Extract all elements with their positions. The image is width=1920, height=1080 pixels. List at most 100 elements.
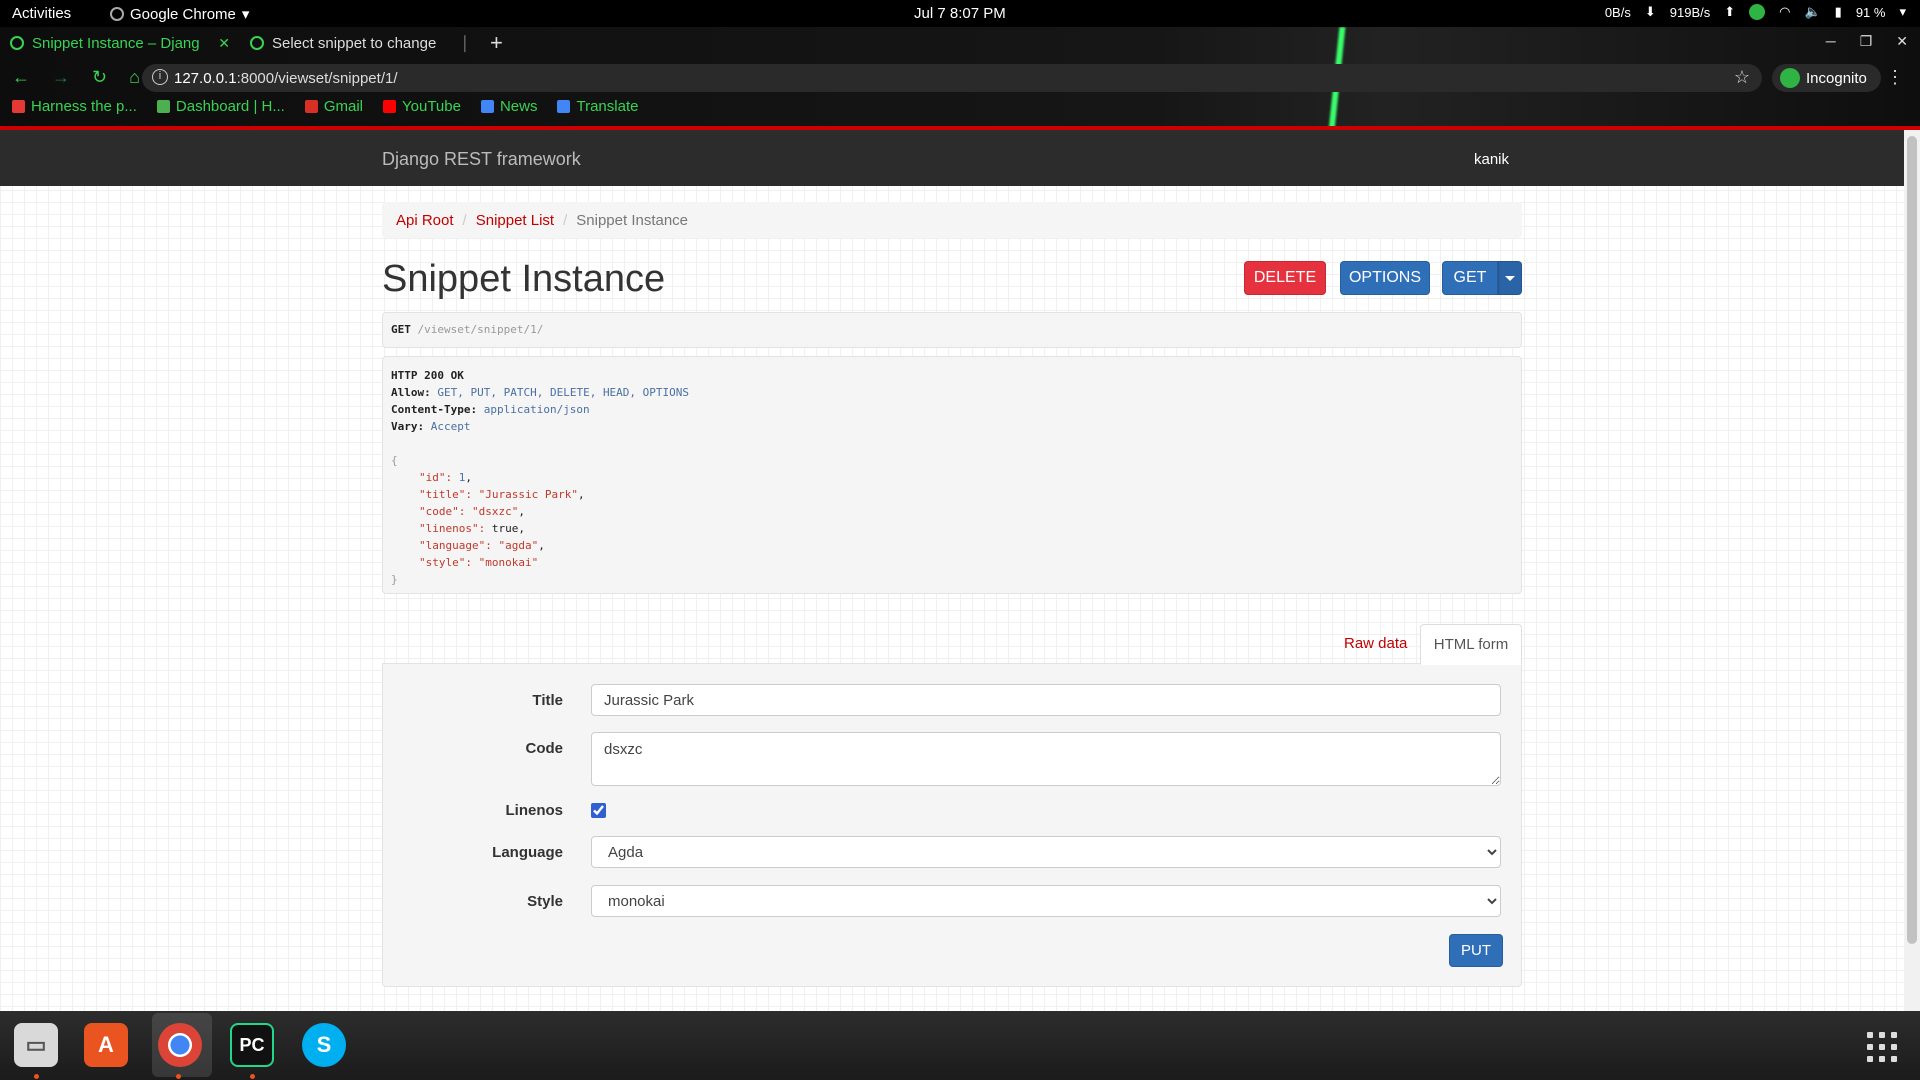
incognito-badge[interactable]: Incognito xyxy=(1772,64,1881,92)
get-button[interactable]: GET xyxy=(1442,261,1498,295)
language-select[interactable]: Agda xyxy=(591,836,1501,868)
globe-icon xyxy=(250,36,264,50)
system-tray[interactable]: 0B/s ⬇ 919B/s ⬆ ◠ 🔈 ▮ 91 % ▾ xyxy=(1605,4,1906,20)
tab-snippet-instance[interactable]: Snippet Instance – Djang ✕ xyxy=(0,27,240,59)
html-form-panel: Title Code dsxzc Linenos Language Agda S… xyxy=(382,663,1522,987)
json-comma: , xyxy=(538,539,545,552)
url-host: 127.0.0.1 xyxy=(174,69,237,87)
json-value: "dsxzc" xyxy=(471,505,519,518)
response-status: HTTP 200 OK xyxy=(391,369,464,382)
put-button[interactable]: PUT xyxy=(1449,934,1503,967)
options-button[interactable]: OPTIONS xyxy=(1340,261,1430,295)
pycharm-icon[interactable]: PC xyxy=(230,1023,274,1067)
json-line-linenos: "linenos": true, xyxy=(391,520,1513,537)
running-indicator xyxy=(176,1074,181,1079)
address-bar[interactable]: i 127.0.0.1 :8000/viewset/snippet/1/ ☆ xyxy=(142,64,1762,92)
drf-brand-link[interactable]: Django REST framework xyxy=(382,149,581,170)
bookmark-gmail[interactable]: Gmail xyxy=(304,98,364,115)
back-icon[interactable]: ← xyxy=(12,67,30,88)
reload-icon[interactable]: ↻ xyxy=(92,67,107,88)
clock[interactable]: Jul 7 8:07 PM xyxy=(914,5,1006,22)
json-comma: , xyxy=(577,488,585,501)
app-menu[interactable]: Google Chrome ▾ xyxy=(110,5,249,23)
skype-icon[interactable]: S xyxy=(302,1023,346,1067)
show-applications-icon[interactable] xyxy=(1867,1032,1897,1062)
software-center-icon[interactable]: A xyxy=(84,1023,128,1067)
style-select[interactable]: monokai xyxy=(591,885,1501,917)
tab-strip: Snippet Instance – Djang ✕ Select snippe… xyxy=(0,27,503,59)
minimize-icon[interactable]: ─ xyxy=(1826,33,1836,50)
linenos-label: Linenos xyxy=(505,802,563,819)
bookmark-label: Gmail xyxy=(323,98,364,115)
grid-dot xyxy=(1879,1056,1885,1062)
close-icon[interactable]: ✕ xyxy=(218,35,230,52)
restore-icon[interactable]: ❐ xyxy=(1860,33,1873,50)
wifi-icon: ◠ xyxy=(1779,4,1791,19)
code-textarea[interactable]: dsxzc xyxy=(591,732,1501,786)
tab-raw-data[interactable]: Raw data xyxy=(1344,635,1407,652)
new-tab-button[interactable]: + xyxy=(490,30,503,56)
header-value: Accept xyxy=(430,420,471,433)
menu-icon[interactable]: ⋮ xyxy=(1886,67,1904,88)
grid-dot xyxy=(1891,1032,1897,1038)
response-body: { "id": 1, "title": "Jurassic Park", "co… xyxy=(391,452,1513,588)
content-container: Api Root / Snippet List / Snippet Instan… xyxy=(382,202,1522,987)
grid-dot xyxy=(1867,1044,1873,1050)
page-title: Snippet Instance xyxy=(382,258,666,300)
json-key: "linenos": xyxy=(419,522,492,535)
header-row: Snippet Instance DELETE OPTIONS GET xyxy=(382,250,1522,306)
breadcrumb: Api Root / Snippet List / Snippet Instan… xyxy=(382,202,1522,238)
activities-button[interactable]: Activities xyxy=(12,5,71,22)
translate-icon xyxy=(557,100,571,113)
running-indicator xyxy=(34,1074,39,1079)
bookmark-label: Dashboard | H... xyxy=(175,98,285,115)
page-scrollbar[interactable] xyxy=(1904,130,1920,1011)
bookmark-dashboard[interactable]: Dashboard | H... xyxy=(156,98,285,115)
chevron-down-icon: ▾ xyxy=(1899,4,1906,19)
request-info: GET /viewset/snippet/1/ xyxy=(382,312,1522,348)
page-viewport: Django REST framework kanik Api Root / S… xyxy=(0,130,1904,1011)
header-key: Vary: xyxy=(391,420,425,433)
info-icon[interactable]: i xyxy=(152,69,168,85)
window-controls: ─ ❐ ✕ xyxy=(1826,33,1908,50)
response-info: HTTP 200 OK Allow: GET, PUT, PATCH, DELE… xyxy=(382,356,1522,594)
drf-navbar: Django REST framework kanik xyxy=(0,130,1904,186)
code-label: Code xyxy=(525,740,564,757)
json-close-brace: } xyxy=(391,573,398,586)
chevron-down-icon: ▾ xyxy=(241,6,250,23)
bookmark-translate[interactable]: Translate xyxy=(557,98,638,115)
get-format-dropdown[interactable] xyxy=(1498,261,1522,295)
home-icon[interactable]: ⌂ xyxy=(129,67,140,88)
breadcrumb-api-root[interactable]: Api Root xyxy=(396,212,454,229)
delete-button[interactable]: DELETE xyxy=(1244,261,1326,295)
tab-select-snippet[interactable]: Select snippet to change │ xyxy=(240,27,480,59)
linenos-checkbox[interactable] xyxy=(591,803,606,818)
user-menu[interactable]: kanik xyxy=(1474,151,1509,168)
bookmark-news[interactable]: News xyxy=(480,98,537,115)
header-value: GET, PUT, PATCH, DELETE, HEAD, OPTIONS xyxy=(437,386,690,399)
json-line-id: "id": 1, xyxy=(391,469,1513,486)
star-icon[interactable]: ☆ xyxy=(1734,67,1750,88)
net-up-rate: 919B/s xyxy=(1669,4,1711,20)
grid-dot xyxy=(1891,1044,1897,1050)
title-input[interactable] xyxy=(591,684,1501,716)
bookmark-youtube[interactable]: YouTube xyxy=(383,98,461,115)
close-window-icon[interactable]: ✕ xyxy=(1896,33,1908,50)
forward-icon[interactable]: → xyxy=(52,67,70,88)
arrow-down-icon: ⬇ xyxy=(1644,4,1656,19)
tab-html-form[interactable]: HTML form xyxy=(1420,624,1522,665)
news-icon xyxy=(480,100,494,113)
files-icon[interactable]: ▭ xyxy=(14,1023,58,1067)
close-icon[interactable]: │ xyxy=(461,35,470,51)
breadcrumb-snippet-list[interactable]: Snippet List xyxy=(476,212,554,229)
bookmark-harness[interactable]: Harness the p... xyxy=(12,98,137,115)
tab-label: Select snippet to change xyxy=(272,34,437,52)
breadcrumb-separator: / xyxy=(563,211,568,229)
json-value: "Jurassic Park" xyxy=(478,488,578,501)
chrome-icon[interactable] xyxy=(158,1023,202,1067)
json-value: "monokai" xyxy=(478,556,539,569)
gmail-icon xyxy=(304,100,318,113)
scrollbar-thumb[interactable] xyxy=(1907,136,1917,944)
bookmark-label: YouTube xyxy=(402,98,461,115)
tab-label: Snippet Instance – Djang xyxy=(32,34,200,52)
